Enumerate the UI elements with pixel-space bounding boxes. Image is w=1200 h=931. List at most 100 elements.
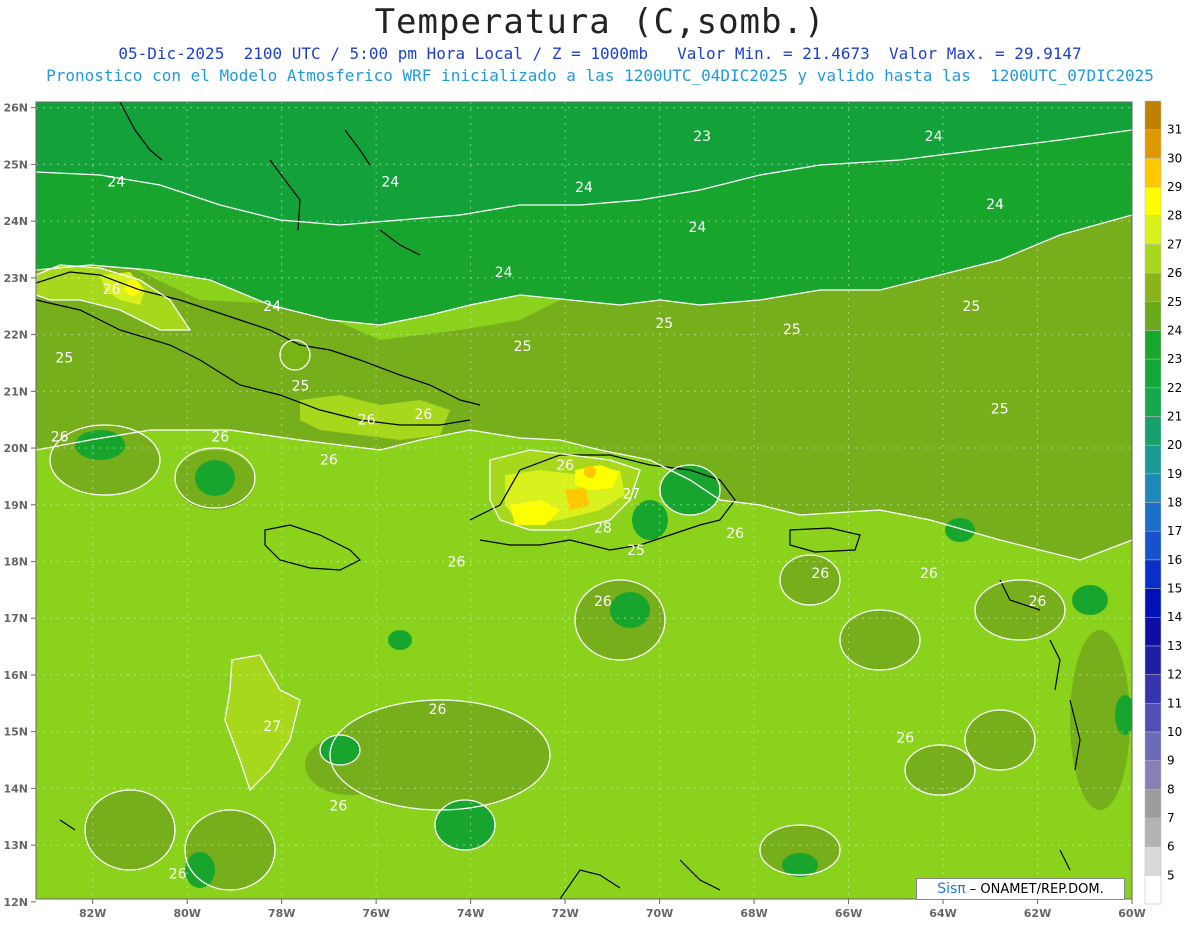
colorbar-tick-label: 8 xyxy=(1167,782,1175,796)
lat-tick-label: 14N xyxy=(3,782,28,795)
colorbar-swatch xyxy=(1144,502,1162,532)
colorbar-swatch xyxy=(1144,645,1162,675)
colorbar-tick-label: 26 xyxy=(1167,266,1182,280)
contour-label: 25 xyxy=(292,379,310,395)
colorbar-tick-label: 22 xyxy=(1167,381,1182,395)
colorbar-tick-label: 20 xyxy=(1167,438,1182,452)
contour-label: 23 xyxy=(693,129,711,145)
colorbar-swatch xyxy=(1144,875,1162,905)
contour-label: 26 xyxy=(726,526,744,542)
colorbar-tick-label: 27 xyxy=(1167,237,1182,251)
colorbar-swatch xyxy=(1144,330,1162,360)
contour-label: 26 xyxy=(429,702,447,718)
lat-tick-label: 22N xyxy=(3,329,28,342)
contour-label: 24 xyxy=(986,197,1004,213)
contour-label: 24 xyxy=(925,129,943,145)
colorbar-swatch xyxy=(1144,158,1162,188)
colorbar-tick-label: 31 xyxy=(1167,123,1182,137)
colorbar-swatch xyxy=(1144,186,1162,216)
colorbar-tick-label: 9 xyxy=(1167,754,1175,768)
lon-tick-label: 82W xyxy=(79,907,106,920)
colorbar-swatch xyxy=(1144,731,1162,761)
contour-label: 25 xyxy=(627,543,645,559)
lat-tick-label: 25N xyxy=(3,158,28,171)
colorbar-tick-label: 14 xyxy=(1167,610,1182,624)
contour-label: 26 xyxy=(414,407,432,423)
contour-label: 25 xyxy=(783,322,801,338)
contour-label: 27 xyxy=(263,719,281,735)
contour-label: 24 xyxy=(495,265,513,281)
lon-tick-label: 70W xyxy=(646,907,673,920)
credit-text: – ONAMET/REP.DOM. xyxy=(969,881,1104,897)
colorbar-tick-label: 29 xyxy=(1167,180,1182,194)
lat-tick-label: 13N xyxy=(3,839,28,852)
colorbar-swatch xyxy=(1144,473,1162,503)
lon-tick-label: 60W xyxy=(1118,907,1145,920)
colorbar-swatch xyxy=(1144,215,1162,245)
forecast-time-line: 05-Dic-2025 2100 UTC / 5:00 pm Hora Loca… xyxy=(118,44,1082,63)
colorbar-swatch xyxy=(1144,272,1162,303)
model-info-line: Pronostico con el Modelo Atmosferico WRF… xyxy=(46,66,1154,85)
lat-tick-label: 17N xyxy=(3,612,28,625)
colorbar-swatch xyxy=(1144,789,1162,819)
colorbar-swatch xyxy=(1144,846,1162,876)
contour-label: 24 xyxy=(107,174,125,190)
contour-label: 26 xyxy=(448,554,466,570)
colorbar-swatch xyxy=(1144,703,1162,733)
colorbar-tick-label: 7 xyxy=(1167,811,1175,825)
colorbar-swatch xyxy=(1144,559,1162,589)
contour-label: 24 xyxy=(381,174,399,190)
lat-tick-label: 18N xyxy=(3,555,28,568)
lat-tick-label: 15N xyxy=(3,726,28,739)
contour-label: 25 xyxy=(655,316,673,332)
colorbar-tick-label: 11 xyxy=(1167,696,1182,710)
colorbar-swatch xyxy=(1144,674,1162,704)
lon-tick-label: 72W xyxy=(551,907,578,920)
colorbar-tick-label: 23 xyxy=(1167,352,1182,366)
colorbar-tick-label: 21 xyxy=(1167,409,1182,423)
colorbar-swatch xyxy=(1144,129,1162,159)
colorbar-tick-label: 5 xyxy=(1167,868,1175,882)
contour-label: 27 xyxy=(622,486,640,502)
contour-label: 26 xyxy=(811,566,829,582)
contour-label: 28 xyxy=(594,520,612,536)
colorbar-tick-label: 25 xyxy=(1167,295,1182,309)
colorbar-swatch xyxy=(1144,444,1162,475)
lon-tick-label: 62W xyxy=(1024,907,1051,920)
latitude-axis: 26N 25N 24N 23N 22N 21N 20N 19N 18N 17N 16N 15N 14N 1… xyxy=(3,102,36,909)
lon-tick-label: 68W xyxy=(740,907,767,920)
colorbar-swatch xyxy=(1144,387,1162,417)
contour-label: 26 xyxy=(320,452,338,468)
contour-label: 25 xyxy=(962,299,980,315)
temperature-field xyxy=(36,102,1132,899)
map-canvas: 23 24 24 24 24 24 24 24 24 26 25 25 25 25 25 25 25 26 26 26… xyxy=(3,100,1182,920)
lat-tick-label: 21N xyxy=(3,385,28,398)
colorbar-swatch xyxy=(1144,588,1162,618)
contour-label: 25 xyxy=(55,350,73,366)
lat-tick-label: 12N xyxy=(3,896,28,909)
colorbar-swatch xyxy=(1144,358,1162,389)
lon-tick-label: 66W xyxy=(835,907,862,920)
contour-label: 26 xyxy=(358,413,376,429)
contour-label: 26 xyxy=(594,594,612,610)
contour-label: 26 xyxy=(1029,594,1047,610)
contour-label: 25 xyxy=(991,401,1009,417)
lat-tick-label: 20N xyxy=(3,442,28,455)
colorbar-swatch xyxy=(1144,244,1162,274)
contour-label: 26 xyxy=(920,566,938,582)
colorbar-tick-label: 24 xyxy=(1167,323,1182,337)
colorbar: 5 6 7 8 9 10 11 12 13 14 15 16 17 18 19 20 21 22 23 24 25 26 2… xyxy=(1144,100,1182,905)
lat-tick-label: 26N xyxy=(3,102,28,115)
lat-tick-label: 24N xyxy=(3,215,28,228)
lon-tick-label: 76W xyxy=(362,907,389,920)
credit-box: Sisπ – ONAMET/REP.DOM. xyxy=(916,878,1125,900)
contour-label: 26 xyxy=(51,430,69,446)
sispi-logo: Sisπ xyxy=(937,881,966,897)
page-title: Temperatura (C,somb.) xyxy=(374,2,826,42)
contour-label: 26 xyxy=(103,282,121,298)
lat-tick-label: 23N xyxy=(3,272,28,285)
colorbar-tick-label: 15 xyxy=(1167,582,1182,596)
colorbar-tick-label: 16 xyxy=(1167,553,1182,567)
contour-label: 26 xyxy=(896,730,914,746)
colorbar-swatch xyxy=(1144,100,1162,130)
